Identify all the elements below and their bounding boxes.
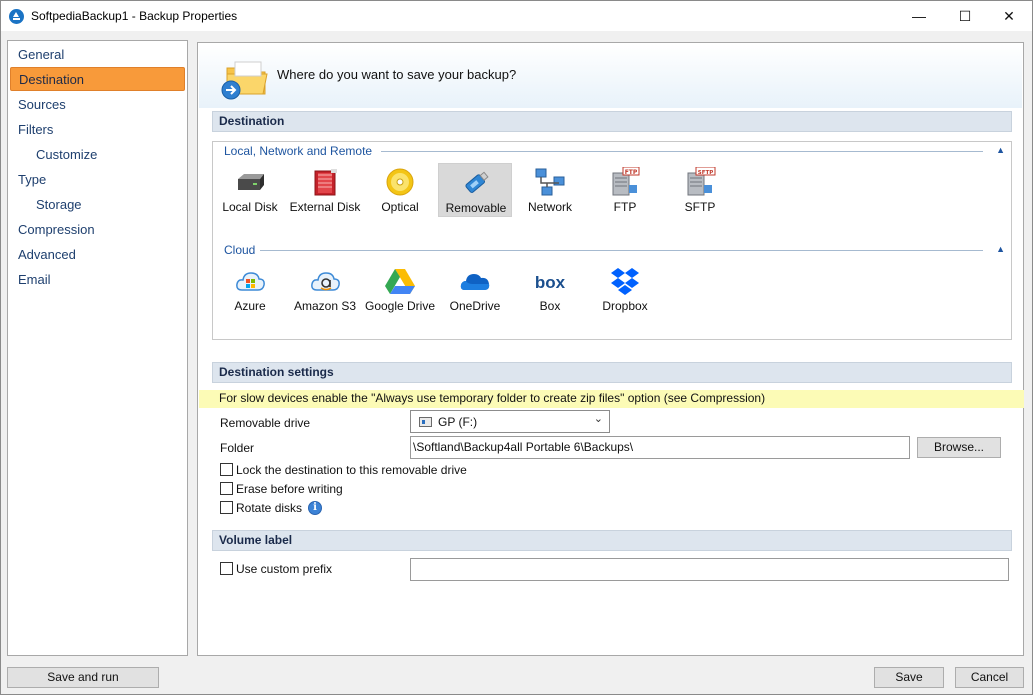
tile-amazon-s3[interactable]: Amazon S3 <box>288 262 362 316</box>
dropbox-icon <box>611 268 639 295</box>
sidebar-item-compression[interactable]: Compression <box>10 218 185 242</box>
backup-properties-window: SoftpediaBackup1 - Backup Properties — ☐… <box>0 0 1033 695</box>
page-banner: Where do you want to save your backup? <box>199 44 1022 108</box>
sidebar-item-email[interactable]: Email <box>10 268 185 292</box>
box-logo-text: box <box>535 273 566 292</box>
sidebar-item-type[interactable]: Type <box>10 168 185 192</box>
sidebar: General Destination Sources Filters Cust… <box>7 40 188 656</box>
save-button[interactable]: Save <box>874 667 944 688</box>
google-drive-icon <box>385 269 415 294</box>
tile-label: SFTP <box>684 200 716 214</box>
local-collapse-icon[interactable]: ▲ <box>996 145 1005 155</box>
external-disk-icon <box>314 169 337 196</box>
tile-label: Dropbox <box>602 299 648 313</box>
usb-drive-icon <box>465 171 489 193</box>
sidebar-item-destination[interactable]: Destination <box>10 67 185 91</box>
tile-box[interactable]: box Box <box>513 262 587 316</box>
title-bar: SoftpediaBackup1 - Backup Properties — ☐… <box>1 1 1032 31</box>
destination-types-box: Local, Network and Remote ▲ Local Disk E… <box>212 141 1012 340</box>
drive-icon <box>419 417 432 427</box>
window-title: SoftpediaBackup1 - Backup Properties <box>31 9 238 23</box>
azure-cloud-icon <box>236 272 265 291</box>
sftp-badge-text: SFTP <box>698 170 714 176</box>
rotate-disks-checkbox[interactable] <box>220 501 233 514</box>
destination-header: Destination <box>212 111 1012 132</box>
tile-dropbox[interactable]: Dropbox <box>588 262 662 316</box>
cloud-collapse-icon[interactable]: ▲ <box>996 244 1005 254</box>
onedrive-icon <box>460 274 490 290</box>
tile-local-disk[interactable]: Local Disk <box>213 163 287 217</box>
sidebar-item-general[interactable]: General <box>10 43 185 67</box>
info-icon[interactable]: i <box>308 501 322 515</box>
cloud-group-divider <box>260 250 983 251</box>
local-disk-icon <box>238 174 264 190</box>
sidebar-item-advanced[interactable]: Advanced <box>10 243 185 267</box>
rotate-disks-label: Rotate disks <box>236 501 303 515</box>
erase-before-writing-label: Erase before writing <box>236 482 343 496</box>
folder-backup-icon <box>221 61 268 100</box>
tile-ftp[interactable]: FTP FTP <box>588 163 662 217</box>
slow-device-warning: For slow devices enable the "Always use … <box>199 390 1024 408</box>
volume-label-header: Volume label <box>212 530 1012 551</box>
local-group-divider <box>381 151 983 152</box>
banner-question: Where do you want to save your backup? <box>277 67 517 82</box>
lock-destination-label: Lock the destination to this removable d… <box>236 463 467 477</box>
box-icon: box <box>535 273 566 292</box>
sidebar-item-customize[interactable]: Customize <box>10 143 185 167</box>
removable-drive-select[interactable]: GP (F:) ⌄ <box>410 410 610 433</box>
erase-before-writing-checkbox[interactable] <box>220 482 233 495</box>
sidebar-item-sources[interactable]: Sources <box>10 93 185 117</box>
sidebar-item-storage[interactable]: Storage <box>10 193 185 217</box>
save-and-run-button[interactable]: Save and run <box>7 667 159 688</box>
removable-drive-label: Removable drive <box>220 416 311 430</box>
network-icon <box>535 168 565 196</box>
maximize-button[interactable]: ☐ <box>942 1 988 31</box>
chevron-down-icon: ⌄ <box>593 413 603 425</box>
removable-drive-value: GP (F:) <box>438 415 478 429</box>
minimize-button[interactable]: — <box>896 1 942 31</box>
tile-optical[interactable]: Optical <box>363 163 437 217</box>
custom-prefix-label: Use custom prefix <box>236 562 333 576</box>
destination-settings-header: Destination settings <box>212 362 1012 383</box>
browse-button[interactable]: Browse... <box>917 437 1001 458</box>
sftp-server-icon: SFTP <box>687 167 716 196</box>
custom-prefix-checkbox[interactable] <box>220 562 233 575</box>
lock-destination-checkbox[interactable] <box>220 463 233 476</box>
custom-prefix-field[interactable] <box>410 558 1009 581</box>
close-button[interactable]: ✕ <box>986 1 1032 31</box>
local-group-label: Local, Network and Remote <box>224 144 373 158</box>
tile-external-disk[interactable]: External Disk <box>288 163 362 217</box>
tile-network[interactable]: Network <box>513 163 587 217</box>
tile-onedrive[interactable]: OneDrive <box>438 262 512 316</box>
optical-disc-icon <box>386 168 414 196</box>
ftp-server-icon: FTP <box>612 167 640 196</box>
tile-google-drive[interactable]: Google Drive <box>363 262 437 316</box>
app-icon <box>9 9 24 24</box>
tile-sftp[interactable]: SFTP SFTP <box>663 163 737 217</box>
ftp-badge-text: FTP <box>625 169 638 176</box>
folder-field[interactable]: \Softland\Backup4all Portable 6\Backups\ <box>410 436 910 459</box>
tile-removable[interactable]: Removable <box>438 163 512 217</box>
folder-label: Folder <box>220 441 255 455</box>
content-panel: Where do you want to save your backup? D… <box>197 42 1024 656</box>
tile-azure[interactable]: Azure <box>213 262 287 316</box>
cloud-group-label: Cloud <box>224 243 256 257</box>
sidebar-item-filters[interactable]: Filters <box>10 118 185 142</box>
cancel-button[interactable]: Cancel <box>955 667 1024 688</box>
amazon-s3-icon <box>311 272 340 291</box>
